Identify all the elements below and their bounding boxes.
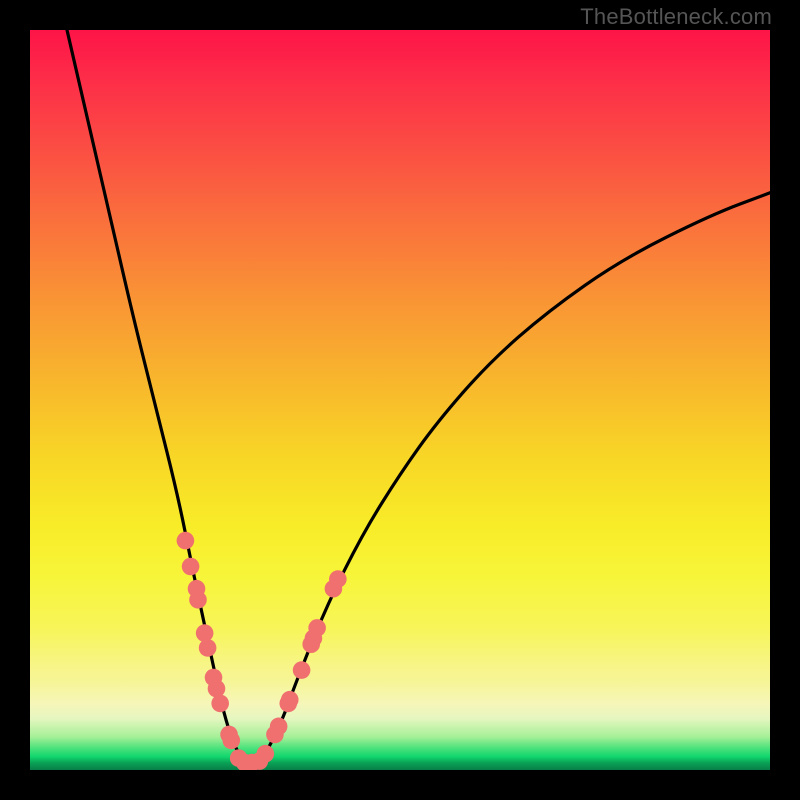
data-marker [281,691,299,709]
curve-path [67,30,770,762]
data-marker [211,695,229,713]
data-marker [182,558,200,576]
data-marker [293,661,311,679]
chart-svg [30,30,770,770]
plot-area [30,30,770,770]
data-marker [329,570,347,588]
data-marker [199,639,217,657]
data-marker [208,680,226,698]
data-marker [270,718,288,736]
data-marker [308,619,326,637]
attribution-text: TheBottleneck.com [580,4,772,30]
chart-container: TheBottleneck.com [0,0,800,800]
data-marker [222,732,240,750]
data-marker [189,591,207,609]
data-marker [177,532,195,550]
data-marker [257,745,275,763]
data-marker [196,624,214,642]
